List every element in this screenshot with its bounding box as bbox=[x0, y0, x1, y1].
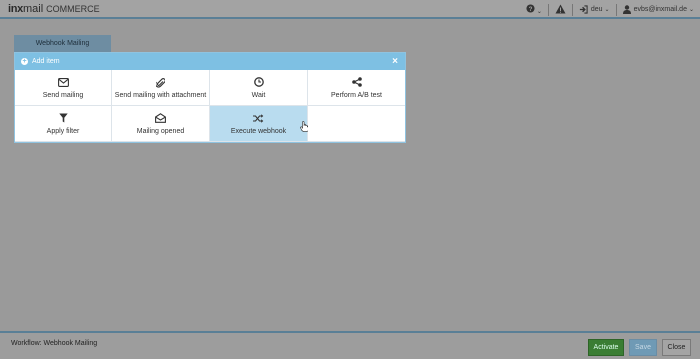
app-logo: inxmail COMMERCE bbox=[8, 3, 100, 15]
item-label: Send mailing with attachment bbox=[114, 91, 207, 99]
help-icon: ? bbox=[526, 4, 535, 13]
envelope-open-icon bbox=[155, 113, 166, 124]
divider bbox=[615, 3, 617, 16]
share-icon bbox=[351, 77, 362, 88]
top-bar: inxmail COMMERCE ? ⌄ deu ⌄ evbs@inxmail.de ⌄ bbox=[0, 0, 700, 19]
close-icon[interactable]: × bbox=[392, 56, 398, 67]
item-label: Mailing opened bbox=[136, 127, 185, 135]
paperclip-icon bbox=[156, 77, 165, 88]
logo-mail: mail bbox=[23, 3, 44, 15]
svg-text:?: ? bbox=[528, 6, 532, 13]
clock-icon bbox=[253, 77, 264, 88]
logo-inx: inx bbox=[8, 3, 23, 15]
close-button[interactable]: Close bbox=[662, 339, 691, 356]
item-label: Execute webhook bbox=[230, 127, 287, 135]
logo-commerce: COMMERCE bbox=[46, 4, 100, 14]
item-perform-ab-test[interactable]: Perform A/B test bbox=[308, 70, 405, 106]
item-execute-webhook[interactable]: Execute webhook bbox=[210, 106, 309, 142]
chevron-down-icon: ⌄ bbox=[604, 7, 610, 13]
item-mailing-opened[interactable]: Mailing opened bbox=[112, 106, 210, 142]
user-menu[interactable]: evbs@inxmail.de ⌄ bbox=[622, 5, 694, 14]
workflow-title: Workflow: Webhook Mailing bbox=[11, 340, 98, 347]
filter-icon bbox=[58, 113, 68, 124]
item-apply-filter[interactable]: Apply filter bbox=[15, 106, 112, 142]
sign-in-icon bbox=[579, 5, 588, 14]
workflow-tab-label: Webhook Mailing bbox=[35, 40, 90, 47]
empty-cell bbox=[308, 106, 405, 142]
language-label: deu bbox=[590, 6, 603, 13]
top-right-tools: ? ⌄ deu ⌄ evbs@inxmail.de ⌄ bbox=[526, 2, 694, 17]
activate-button[interactable]: Activate bbox=[588, 339, 624, 356]
chevron-down-icon: ⌄ bbox=[536, 9, 542, 15]
item-label: Wait bbox=[251, 91, 266, 99]
add-item-panel: + Add item × Send mailing Send mailing w… bbox=[14, 52, 406, 143]
item-label: Send mailing bbox=[42, 91, 84, 99]
item-label: Apply filter bbox=[46, 127, 80, 135]
shuffle-icon bbox=[253, 113, 264, 124]
divider bbox=[547, 3, 549, 16]
item-grid: Send mailing Send mailing with attachmen… bbox=[15, 70, 405, 142]
workflow-tab[interactable]: Webhook Mailing bbox=[14, 35, 111, 52]
alert-button[interactable] bbox=[555, 4, 566, 16]
item-send-mailing-attachment[interactable]: Send mailing with attachment bbox=[112, 70, 210, 106]
chevron-down-icon: ⌄ bbox=[688, 7, 694, 13]
item-send-mailing[interactable]: Send mailing bbox=[15, 70, 112, 106]
user-icon bbox=[622, 5, 631, 14]
divider bbox=[571, 3, 573, 16]
help-menu[interactable]: ? ⌄ bbox=[526, 4, 542, 15]
footer-bar: Workflow: Webhook Mailing Activate Save … bbox=[0, 331, 700, 359]
user-email: evbs@inxmail.de bbox=[633, 6, 687, 13]
save-button[interactable]: Save bbox=[629, 339, 657, 356]
item-label: Perform A/B test bbox=[331, 91, 382, 99]
envelope-icon bbox=[57, 77, 69, 88]
language-menu[interactable]: deu ⌄ bbox=[579, 5, 610, 14]
add-item-header: + Add item × bbox=[15, 53, 405, 70]
add-item-title: Add item bbox=[32, 58, 60, 65]
item-wait[interactable]: Wait bbox=[210, 70, 308, 106]
warning-icon bbox=[555, 4, 566, 13]
plus-circle-icon: + bbox=[21, 58, 28, 65]
